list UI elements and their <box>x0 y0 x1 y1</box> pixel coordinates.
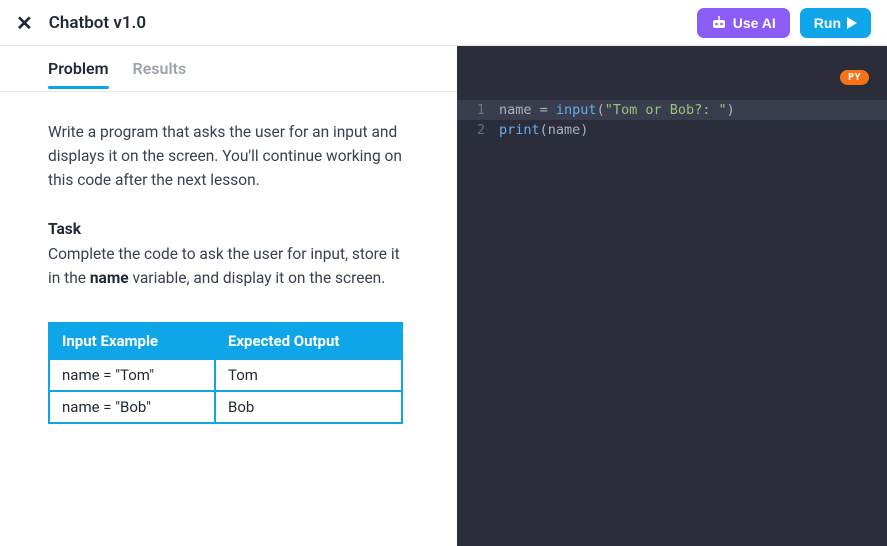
tabs: Problem Results <box>0 46 457 92</box>
table-header-input: Input Example <box>49 323 215 359</box>
cell-output: Bob <box>215 391 402 423</box>
cell-input: name = "Tom" <box>49 359 215 391</box>
language-badge: PY <box>840 70 869 85</box>
table-header-output: Expected Output <box>215 323 402 359</box>
run-label: Run <box>814 15 841 31</box>
play-icon <box>847 17 857 29</box>
code-content[interactable]: name = input("Tom or Bob?: ") <box>499 100 735 120</box>
task-text: Complete the code to ask the user for in… <box>48 242 409 290</box>
run-button[interactable]: Run <box>800 8 871 38</box>
table-row: name = "Bob" Bob <box>49 391 402 423</box>
code-editor[interactable]: PY 1name = input("Tom or Bob?: ")2print(… <box>457 46 887 546</box>
example-table: Input Example Expected Output name = "To… <box>48 322 403 424</box>
robot-icon <box>711 16 727 30</box>
task-variable: name <box>90 269 129 287</box>
close-icon[interactable]: ✕ <box>16 11 33 35</box>
page-title: Chatbot v1.0 <box>49 13 697 33</box>
line-number: 1 <box>457 100 499 120</box>
code-area[interactable]: 1name = input("Tom or Bob?: ")2print(nam… <box>457 46 887 141</box>
tab-results[interactable]: Results <box>133 49 187 88</box>
left-panel: Problem Results Write a program that ask… <box>0 46 457 546</box>
main: Problem Results Write a program that ask… <box>0 46 887 546</box>
problem-description: Write a program that asks the user for a… <box>48 120 409 192</box>
use-ai-label: Use AI <box>733 15 776 31</box>
cell-output: Tom <box>215 359 402 391</box>
code-line[interactable]: 1name = input("Tom or Bob?: ") <box>457 100 887 120</box>
code-content[interactable]: print(name) <box>499 120 588 140</box>
task-post: variable, and display it on the screen. <box>129 269 386 287</box>
table-row: name = "Tom" Tom <box>49 359 402 391</box>
use-ai-button[interactable]: Use AI <box>697 8 790 38</box>
cell-input: name = "Bob" <box>49 391 215 423</box>
header: ✕ Chatbot v1.0 Use AI Run <box>0 0 887 46</box>
line-number: 2 <box>457 120 499 140</box>
code-line[interactable]: 2print(name) <box>457 120 887 140</box>
tab-problem[interactable]: Problem <box>48 49 109 88</box>
task-heading: Task <box>48 220 409 238</box>
problem-body: Write a program that asks the user for a… <box>0 92 457 444</box>
